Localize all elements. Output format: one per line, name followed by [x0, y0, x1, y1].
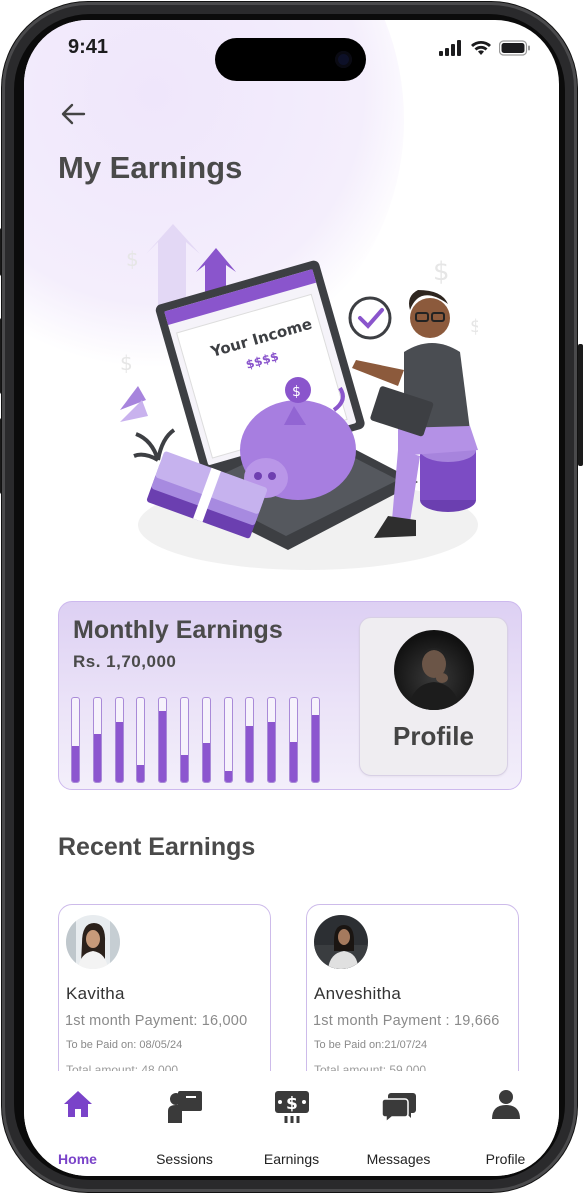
- back-arrow-icon[interactable]: [58, 100, 88, 128]
- earning-card[interactable]: Anveshitha 1st month Payment : 19,666 To…: [306, 904, 519, 1094]
- status-icons: [439, 40, 531, 56]
- earnings-bar: [136, 697, 146, 783]
- app-screen: 9:41 My Earnings $ $ $ $ Your Income $$$…: [24, 20, 559, 1176]
- earnings-bar-chart: [71, 697, 341, 783]
- earnings-bar: [245, 697, 255, 783]
- earnings-bar-fill: [311, 714, 319, 782]
- nav-label-messages: Messages: [366, 1151, 431, 1167]
- earnings-bar-fill: [224, 771, 232, 782]
- status-time: 9:41: [68, 36, 109, 58]
- svg-text:$: $: [292, 384, 301, 400]
- earning-due-date: To be Paid on: 08/05/24: [66, 1039, 183, 1051]
- earning-payment: 1st month Payment: 16,000: [65, 1013, 248, 1029]
- profile-icon: [491, 1090, 520, 1119]
- income-illustration: $ $ $ $ Your Income $$$$ $: [120, 224, 478, 570]
- bottom-nav: Home Sessions $ Earnings Messages Profil…: [24, 1071, 559, 1176]
- monthly-earnings-title: Monthly Earnings: [73, 616, 283, 644]
- monthly-earnings-card: Monthly Earnings Rs. 1,70,000 Profile: [58, 601, 522, 790]
- earnings-bar: [288, 697, 298, 783]
- earnings-bar-fill: [202, 742, 210, 782]
- recent-earnings-title: Recent Earnings: [58, 833, 256, 861]
- earning-name: Anveshitha: [314, 984, 402, 1003]
- earning-name: Kavitha: [66, 984, 125, 1003]
- nav-label-earnings: Earnings: [263, 1151, 320, 1167]
- earnings-bar-fill: [137, 765, 145, 782]
- nav-label-home: Home: [58, 1151, 97, 1167]
- earnings-bar-fill: [246, 725, 254, 782]
- earnings-bar: [310, 697, 320, 783]
- dynamic-island: [215, 38, 366, 81]
- svg-text:$: $: [433, 257, 450, 287]
- nav-item-home[interactable]: Home: [24, 1071, 131, 1176]
- earnings-bar-fill: [268, 721, 276, 782]
- profile-avatar: [394, 630, 474, 710]
- earnings-bar-fill: [159, 710, 167, 782]
- profile-tile[interactable]: Profile: [359, 617, 508, 776]
- earning-payment: 1st month Payment : 19,666: [313, 1013, 500, 1029]
- svg-text:$: $: [286, 1094, 298, 1114]
- battery-icon: [499, 40, 530, 56]
- earnings-bar-fill: [289, 741, 297, 782]
- sessions-icon: [167, 1091, 202, 1123]
- earnings-bar: [158, 697, 168, 783]
- messages-icon: [380, 1093, 416, 1123]
- avatar: [66, 915, 120, 969]
- earnings-bar: [92, 697, 102, 783]
- profile-tile-label: Profile: [393, 721, 474, 751]
- wifi-icon: [471, 41, 491, 55]
- earnings-bar: [223, 697, 233, 783]
- earning-due-date: To be Paid on:21/07/24: [314, 1039, 428, 1051]
- earnings-bar: [179, 697, 189, 783]
- home-icon: [63, 1091, 92, 1117]
- nav-item-sessions[interactable]: Sessions: [131, 1071, 238, 1176]
- earnings-bar-fill: [115, 722, 123, 782]
- nav-label-sessions: Sessions: [156, 1151, 213, 1167]
- nav-item-earnings[interactable]: $ Earnings: [238, 1071, 345, 1176]
- earnings-bar: [201, 697, 211, 783]
- earnings-bar: [71, 697, 80, 783]
- earnings-icon: $: [274, 1091, 309, 1123]
- avatar: [314, 915, 368, 969]
- power-button: [578, 344, 583, 466]
- svg-text:$: $: [126, 247, 139, 271]
- earnings-bar: [114, 697, 124, 783]
- earnings-bar: [267, 697, 277, 783]
- nav-item-profile[interactable]: Profile: [452, 1071, 559, 1176]
- signal-icon: [439, 40, 461, 56]
- monthly-earnings-amount: Rs. 1,70,000: [73, 652, 177, 671]
- nav-item-messages[interactable]: Messages: [345, 1071, 452, 1176]
- page-title: My Earnings: [58, 150, 243, 185]
- earnings-bar-fill: [72, 745, 79, 782]
- earnings-bar-fill: [180, 755, 188, 782]
- earnings-bar-fill: [93, 734, 101, 782]
- earning-card[interactable]: Kavitha 1st month Payment: 16,000 To be …: [58, 904, 271, 1094]
- svg-text:$: $: [120, 351, 133, 375]
- nav-label-profile: Profile: [485, 1151, 526, 1167]
- svg-text:$: $: [470, 316, 478, 337]
